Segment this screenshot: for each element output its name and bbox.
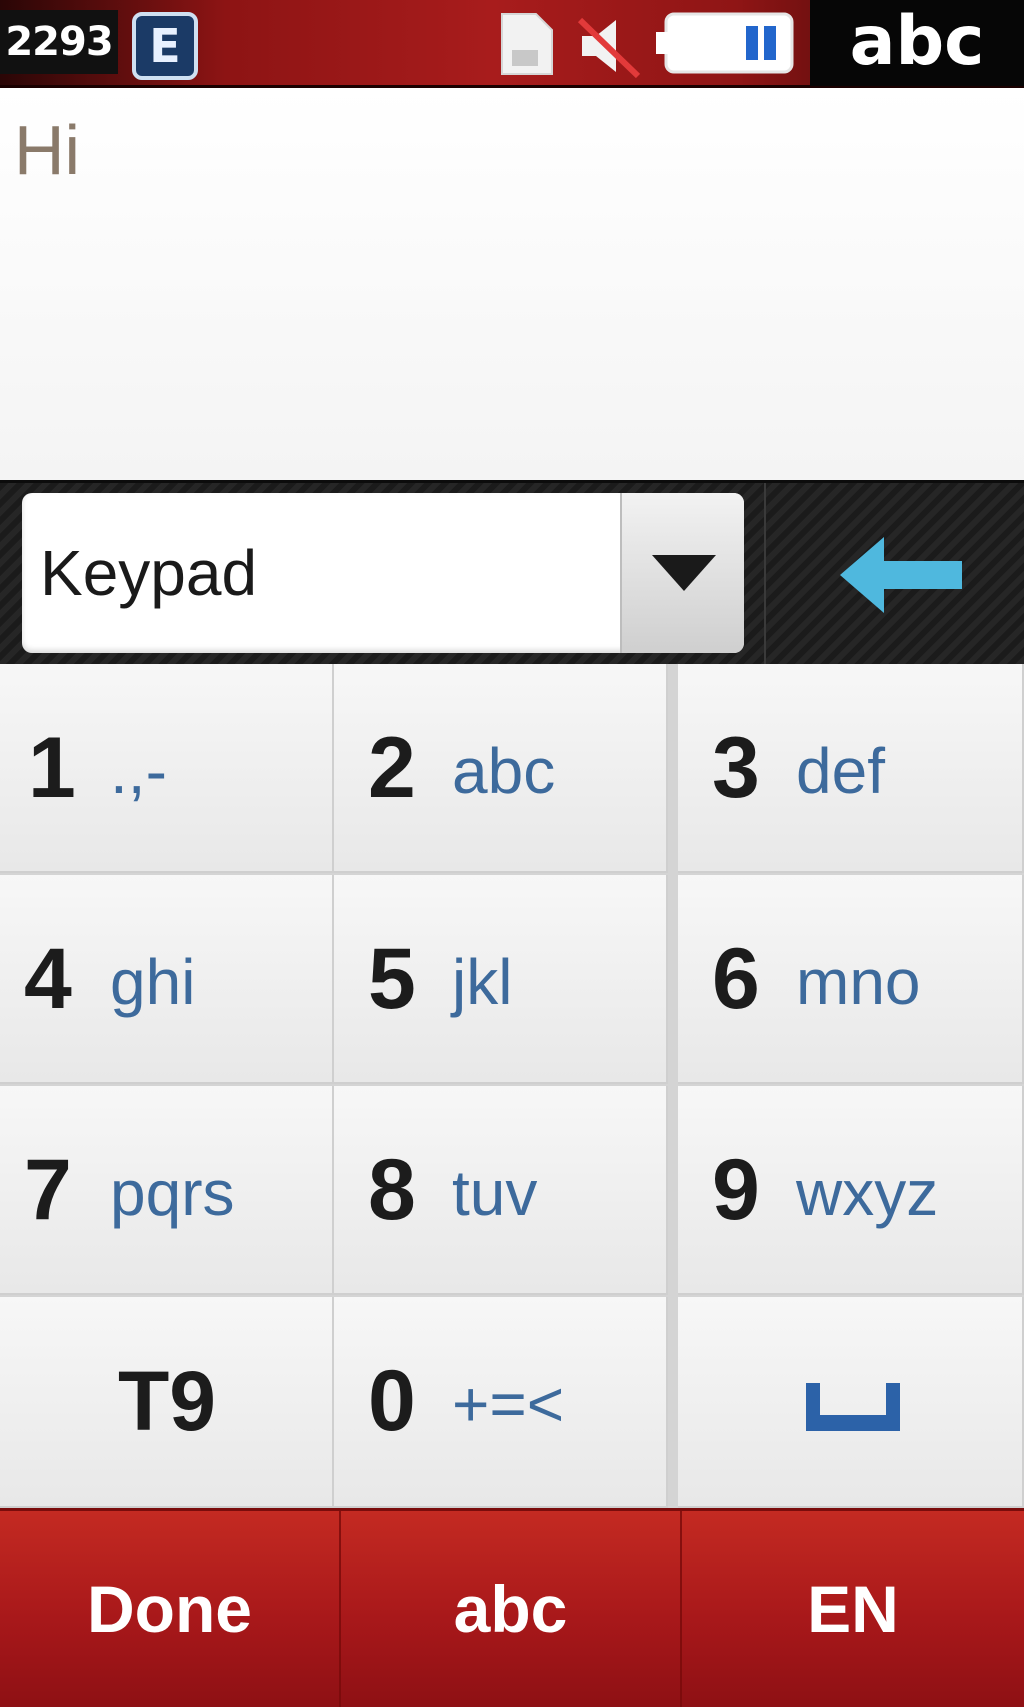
t9-label: T9	[117, 1354, 217, 1448]
key-space[interactable]	[678, 1297, 1024, 1508]
language-button[interactable]: EN	[682, 1511, 1024, 1707]
key-2[interactable]: 2 abc	[334, 664, 668, 873]
message-counter: 2293	[0, 10, 118, 74]
key-7[interactable]: 7 pqrs	[0, 1086, 334, 1295]
backspace-arrow-icon	[840, 537, 962, 613]
key-3[interactable]: 3 def	[678, 664, 1024, 873]
network-edge-icon: E	[132, 12, 198, 80]
key-letters: tuv	[452, 1157, 538, 1229]
key-digit: 3	[712, 720, 760, 816]
space-icon	[806, 1383, 900, 1431]
key-5[interactable]: 5 jkl	[334, 875, 668, 1084]
key-9[interactable]: 9 wxyz	[678, 1086, 1024, 1295]
keypad-mode-dropdown[interactable]: Keypad	[22, 493, 744, 653]
key-letters: +=<	[452, 1368, 565, 1440]
key-digit: 5	[368, 931, 416, 1027]
key-letters: def	[796, 735, 885, 807]
key-digit: 4	[24, 931, 72, 1027]
softkey-bar: Done abc EN	[0, 1508, 1024, 1707]
backspace-button[interactable]	[764, 483, 1024, 667]
key-digit: 9	[712, 1142, 760, 1238]
input-mode-button[interactable]: abc	[341, 1511, 682, 1707]
speaker-muted-icon	[578, 17, 641, 79]
key-letters: jkl	[452, 946, 513, 1018]
key-letters: ghi	[110, 946, 196, 1018]
key-letters: pqrs	[110, 1157, 235, 1229]
status-bar: 2293 E abc	[0, 0, 1024, 88]
dropdown-toggle[interactable]	[620, 493, 744, 653]
key-0[interactable]: 0 +=<	[334, 1297, 668, 1508]
chevron-down-icon	[652, 555, 716, 591]
key-digit: 0	[368, 1353, 416, 1449]
numeric-keypad: 1 .,- 2 abc 3 def 4 ghi 5 jkl 6 mno 7 pq…	[0, 664, 1024, 1508]
sim-card-icon	[501, 13, 553, 75]
key-digit: 6	[712, 931, 760, 1027]
done-button[interactable]: Done	[0, 1511, 341, 1707]
key-8[interactable]: 8 tuv	[334, 1086, 668, 1295]
key-4[interactable]: 4 ghi	[0, 875, 334, 1084]
key-digit: 8	[368, 1142, 416, 1238]
key-t9[interactable]: T9	[0, 1297, 334, 1508]
key-digit: 1	[28, 720, 76, 816]
key-1[interactable]: 1 .,-	[0, 664, 334, 873]
key-letters: .,-	[110, 735, 167, 807]
key-letters: abc	[452, 735, 556, 807]
keypad-mode-value: Keypad	[40, 537, 258, 609]
input-mode-indicator: abc	[810, 0, 1024, 86]
key-6[interactable]: 6 mno	[678, 875, 1024, 1084]
key-digit: 2	[368, 720, 416, 816]
key-letters: wxyz	[796, 1157, 939, 1229]
battery-icon	[656, 12, 794, 74]
input-mode-bar: Keypad	[0, 480, 1024, 667]
message-text-area[interactable]: Hi	[0, 88, 1024, 480]
message-text: Hi	[14, 111, 81, 189]
key-digit: 7	[24, 1142, 72, 1238]
key-letters: mno	[796, 946, 921, 1018]
